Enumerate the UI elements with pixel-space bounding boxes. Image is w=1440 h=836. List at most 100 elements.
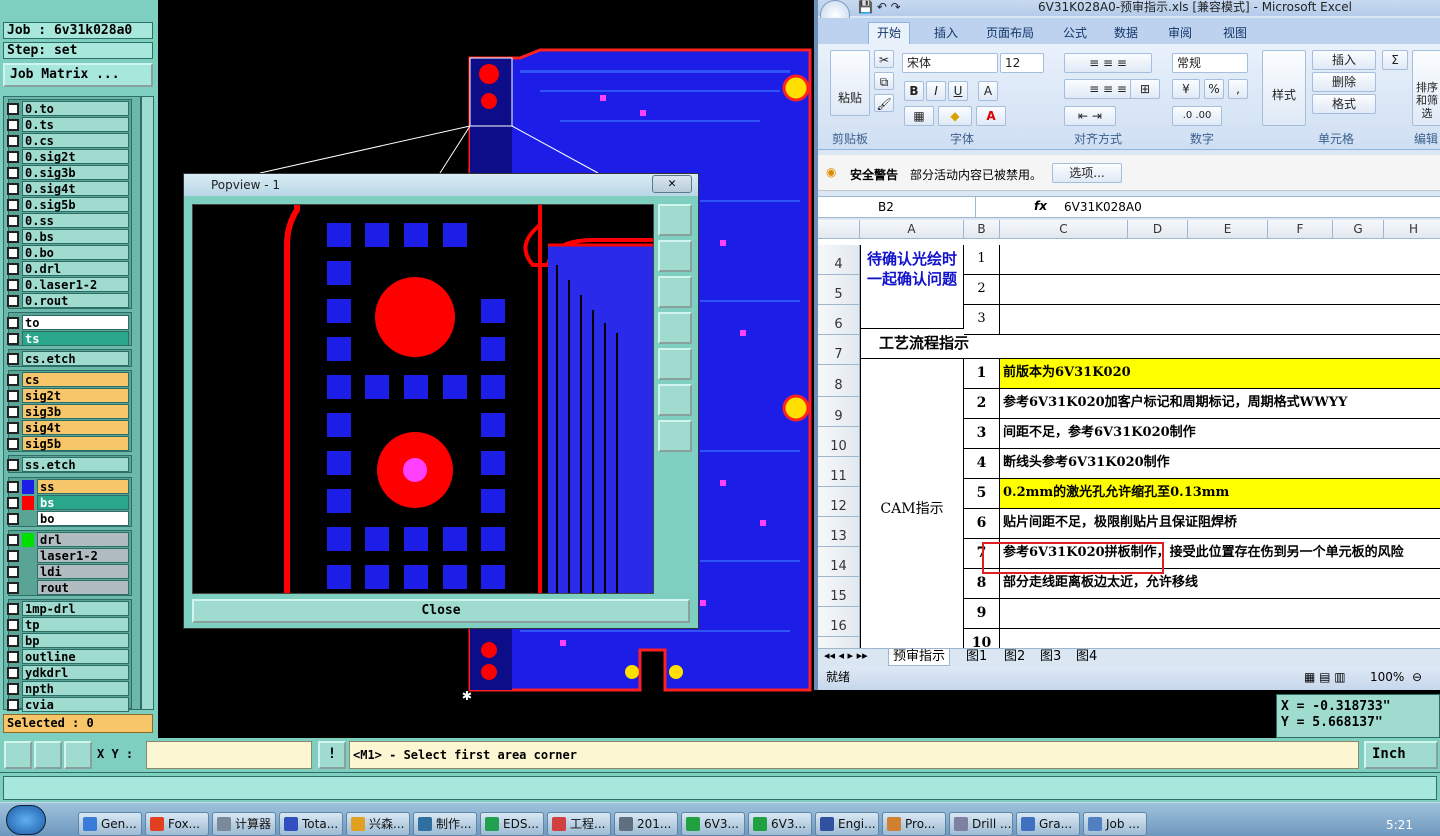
ribbon-tab[interactable]: 审阅 [1168,23,1192,43]
popview-zoom-out-button[interactable] [658,420,692,452]
cell-cam[interactable]: CAM指示 [860,359,964,648]
taskbar-item[interactable]: 工程... [547,812,611,836]
layer-row[interactable]: 0.rout [7,293,129,308]
layer-row[interactable]: bs [7,495,129,510]
layer-row[interactable]: sig3b [7,404,129,419]
layer-checkbox[interactable] [7,421,19,434]
column-header[interactable]: G [1333,220,1384,239]
fill-color-icon[interactable]: ◆ [938,106,972,126]
layer-checkbox[interactable] [7,581,19,594]
measure-icon[interactable] [4,741,32,769]
layer-row[interactable]: cs [7,372,129,387]
layer-name[interactable]: 0.sig2t [22,149,129,164]
layer-checkbox[interactable] [7,666,19,679]
layer-color-swatch[interactable] [22,495,34,510]
taskbar-item[interactable]: 兴森... [346,812,410,836]
column-header[interactable]: D [1128,220,1188,239]
cam-item-number[interactable]: 3 [964,419,1000,449]
cam-item-text[interactable]: 0.2mm的激光孔允许缩孔至0.13mm [1000,479,1440,509]
row-header[interactable]: 4 [818,245,860,275]
layer-row[interactable]: 0.sig2t [7,149,129,164]
layer-name[interactable]: 0.bs [22,229,129,244]
layer-color-swatch[interactable] [22,565,34,579]
layer-row[interactable]: 0.bs [7,229,129,244]
layer-row[interactable]: 0.sig3b [7,165,129,180]
row-header[interactable]: 11 [818,457,860,487]
taskbar-item[interactable]: Engi... [815,812,879,836]
font-name-select[interactable]: 宋体 [902,53,998,73]
layer-name[interactable]: 0.cs [22,133,129,148]
layer-checkbox[interactable] [7,332,19,345]
select-all-corner[interactable] [818,220,860,239]
layer-name[interactable]: sig2t [22,388,129,403]
row-header[interactable]: 9 [818,397,860,427]
layer-name[interactable]: 0.laser1-2 [22,277,129,292]
layer-row[interactable]: 0.drl [7,261,129,276]
layer-row[interactable]: 0.to [7,101,129,116]
layer-row[interactable]: ss [7,479,129,494]
taskbar-item[interactable]: Job ... [1083,812,1147,836]
sheet-tab[interactable]: 图1 [962,649,991,666]
merge-cells-icon[interactable]: ⊞ [1130,79,1160,99]
layer-row[interactable]: 0.sig5b [7,197,129,212]
sheet-tab[interactable]: 图3 [1036,649,1065,666]
row-header[interactable]: 6 [818,305,860,335]
cam-item-number[interactable]: 5 [964,479,1000,509]
indent-icons[interactable]: ⇤ ⇥ [1064,106,1116,126]
delete-cells-button[interactable]: 删除 [1312,72,1376,92]
format-cells-button[interactable]: 格式 [1312,94,1376,114]
sort-filter-button[interactable]: 排序和筛选 [1412,50,1440,126]
layer-row[interactable]: sig2t [7,388,129,403]
layer-checkbox[interactable] [7,278,19,291]
row-header[interactable]: 14 [818,547,860,577]
layer-checkbox[interactable] [7,512,19,525]
snap-icon[interactable] [34,741,62,769]
column-header[interactable]: A [860,220,964,239]
taskbar-item[interactable]: 6V3... [681,812,745,836]
taskbar-item[interactable]: 制作... [413,812,477,836]
security-options-button[interactable]: 选项... [1052,163,1122,183]
taskbar-item[interactable]: 计算器 [212,812,276,836]
layer-name[interactable]: sig5b [22,436,129,451]
cam-item-number[interactable]: 6 [964,509,1000,539]
ribbon-tab[interactable]: 开始 [868,22,911,44]
taskbar-item[interactable]: Fox... [145,812,209,836]
layer-row[interactable]: ss.etch [7,457,129,472]
currency-icon[interactable]: ¥ [1172,79,1200,99]
taskbar-item[interactable]: EDS... [480,812,544,836]
font-size-select[interactable]: 12 [1000,53,1044,73]
layer-name[interactable]: 0.ts [22,117,129,132]
cell-c-empty[interactable] [1000,275,1440,305]
layer-row[interactable]: 0.ts [7,117,129,132]
taskbar-item[interactable]: Drill ... [949,812,1013,836]
layer-checkbox[interactable] [7,602,19,615]
cam-item-text[interactable] [1000,629,1440,648]
layer-color-swatch[interactable] [22,549,34,563]
layer-row[interactable]: ldi [7,564,129,579]
layer-name[interactable]: to [22,315,129,330]
layer-checkbox[interactable] [7,565,19,578]
number-format-select[interactable]: 常规 [1172,53,1248,73]
popview-close-icon[interactable]: ✕ [652,175,692,193]
layer-checkbox[interactable] [7,166,19,179]
layer-checkbox[interactable] [7,405,19,418]
layer-name[interactable]: ss [37,479,129,494]
italic-button[interactable]: I [926,81,946,101]
taskbar-item[interactable]: Tota... [279,812,343,836]
layer-checkbox[interactable] [7,634,19,647]
layer-name[interactable]: ss.etch [22,457,129,472]
layer-name[interactable]: 0.sig5b [22,197,129,212]
layer-name[interactable]: 0.drl [22,261,129,276]
layer-name[interactable]: cvia [22,697,129,712]
cam-item-text[interactable]: 前版本为6V31K020 [1000,359,1440,389]
percent-button[interactable]: % [1204,79,1224,99]
row-header[interactable]: 12 [818,487,860,517]
layer-name[interactable]: 0.sig4t [22,181,129,196]
layer-row[interactable]: 0.cs [7,133,129,148]
font-grow-icon[interactable]: A [978,81,998,101]
layer-row[interactable]: ydkdrl [7,665,129,680]
cell-b5[interactable]: 2 [964,275,1000,305]
cam-item-text[interactable]: 断线头参考6V31K020制作 [1000,449,1440,479]
popview-canvas[interactable] [192,204,654,594]
units-select[interactable]: Inch [1364,741,1438,769]
